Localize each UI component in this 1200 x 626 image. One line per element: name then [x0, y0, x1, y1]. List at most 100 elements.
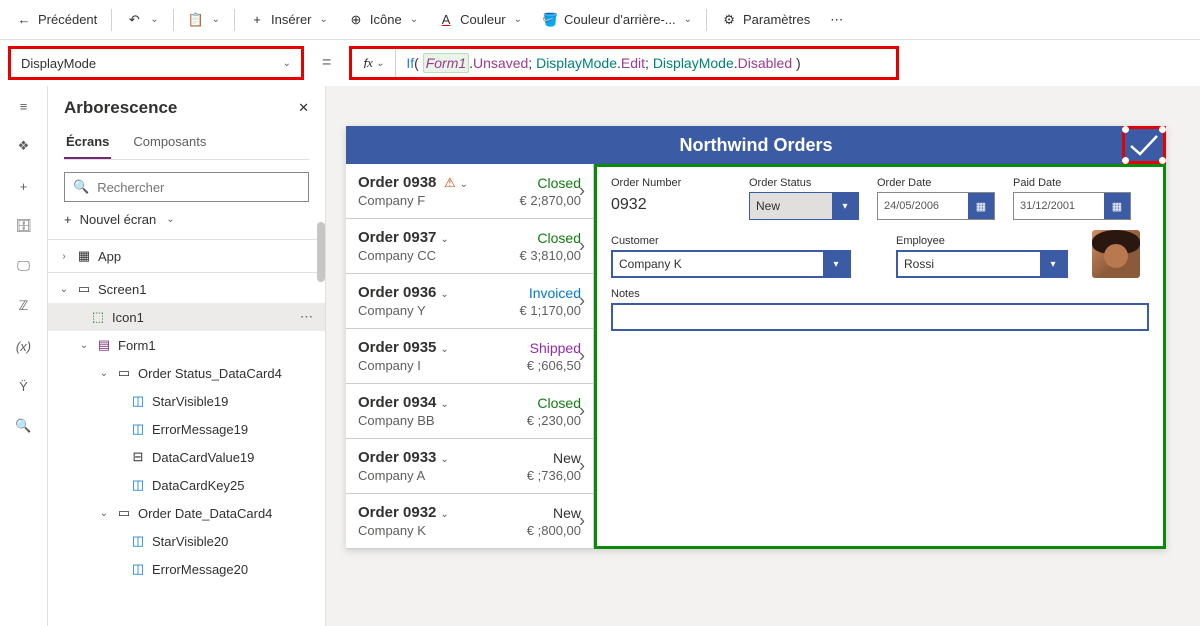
- calendar-icon[interactable]: ▦: [1104, 193, 1130, 219]
- separator: [173, 9, 174, 31]
- app-frame: Northwind Orders Order 0938 ⚠⌄ Closed Co…: [346, 126, 1166, 549]
- order-item[interactable]: Order 0936⌄ Invoiced Company Y € 1;170,0…: [346, 274, 593, 329]
- rail-variables-icon[interactable]: (x): [14, 336, 34, 356]
- rail-hamburger-icon[interactable]: ≡: [14, 96, 34, 116]
- chevron-right-icon[interactable]: ›: [579, 181, 585, 202]
- paste-button[interactable]: 📋⌄: [180, 8, 228, 32]
- tree-node-control[interactable]: ◫ ErrorMessage20: [48, 555, 325, 583]
- rail-tests-icon[interactable]: Ÿ: [14, 376, 34, 396]
- tree-body[interactable]: › ▦ App ⌄ ▭ Screen1 ⬚ Icon1 ⋯ ⌄ ▤ Form1 …: [48, 242, 325, 626]
- tree-search[interactable]: 🔍: [64, 172, 309, 202]
- tree-node-form1[interactable]: ⌄ ▤ Form1: [48, 331, 325, 359]
- chevron-down-icon[interactable]: ⌄: [78, 340, 90, 351]
- fx-label[interactable]: fx⌄: [352, 49, 396, 77]
- more-button[interactable]: ⋯: [822, 8, 851, 32]
- rail-media-icon[interactable]: 🖵: [14, 256, 34, 276]
- rail-layers-icon[interactable]: ❖: [14, 136, 34, 156]
- back-button[interactable]: ← Précédent: [8, 8, 105, 32]
- tree-node-datacard[interactable]: ⌄ ▭ Order Date_DataCard4: [48, 499, 325, 527]
- rail-data-icon[interactable]: 🗄: [14, 216, 34, 236]
- chevron-down-icon[interactable]: ▾: [1040, 252, 1066, 276]
- chevron-right-icon[interactable]: ›: [579, 401, 585, 422]
- color-button[interactable]: ACouleur⌄: [430, 8, 530, 32]
- canvas[interactable]: Northwind Orders Order 0938 ⚠⌄ Closed Co…: [326, 86, 1200, 626]
- order-list[interactable]: Order 0938 ⚠⌄ Closed Company F € 2;870,0…: [346, 164, 594, 549]
- chevron-right-icon[interactable]: ›: [58, 251, 70, 262]
- chevron-down-icon: ⌄: [440, 289, 448, 300]
- bucket-icon: 🪣: [542, 12, 558, 28]
- tree-node-screen[interactable]: ⌄ ▭ Screen1: [48, 275, 325, 303]
- order-number-label: Order Number: [611, 177, 731, 189]
- tab-screens[interactable]: Écrans: [64, 128, 111, 159]
- calendar-icon[interactable]: ▦: [968, 193, 994, 219]
- order-item[interactable]: Order 0938 ⚠⌄ Closed Company F € 2;870,0…: [346, 164, 593, 219]
- rail-advanced-icon[interactable]: ℤ: [14, 296, 34, 316]
- rail-insert-icon[interactable]: +: [14, 176, 34, 196]
- customer-dropdown[interactable]: Company K ▾: [611, 250, 851, 278]
- employee-label: Employee: [896, 235, 1068, 247]
- order-status: Closed: [537, 395, 581, 411]
- tree-node-app[interactable]: › ▦ App: [48, 242, 325, 270]
- insert-button[interactable]: +Insérer⌄: [241, 8, 336, 32]
- chevron-down-icon[interactable]: ⌄: [58, 284, 70, 295]
- tree-node-control[interactable]: ⊟ DataCardValue19: [48, 443, 325, 471]
- order-item[interactable]: Order 0934⌄ Closed Company BB € ;230,00 …: [346, 384, 593, 439]
- app-header: Northwind Orders: [346, 126, 1166, 164]
- chevron-down-icon: ⌄: [440, 509, 448, 520]
- employee-dropdown[interactable]: Rossi ▾: [896, 250, 1068, 278]
- property-dropdown[interactable]: DisplayMode ⌄: [8, 46, 304, 80]
- chevron-right-icon[interactable]: ›: [579, 511, 585, 532]
- employee-avatar: [1092, 230, 1140, 278]
- order-amount: € ;230,00: [527, 413, 581, 428]
- order-item[interactable]: Order 0933⌄ New Company A € ;736,00 ›: [346, 439, 593, 494]
- chevron-down-icon[interactable]: ⌄: [98, 508, 110, 519]
- order-date-picker[interactable]: 24/05/2006 ▦: [877, 192, 995, 220]
- tree-node-control[interactable]: ◫ StarVisible19: [48, 387, 325, 415]
- tree-node-control[interactable]: ◫ DataCardKey25: [48, 471, 325, 499]
- tab-components[interactable]: Composants: [131, 128, 208, 159]
- check-icon-selection[interactable]: [1122, 126, 1166, 164]
- new-screen-button[interactable]: + Nouvel écran ⌄: [48, 202, 325, 237]
- chevron-right-icon[interactable]: ›: [579, 291, 585, 312]
- formula-input[interactable]: If( Form1.Unsaved; DisplayMode.Edit; Dis…: [396, 55, 896, 72]
- chevron-down-icon[interactable]: ▾: [823, 252, 849, 276]
- rail-search-icon[interactable]: 🔍: [14, 416, 34, 436]
- undo-button[interactable]: ↶⌄: [118, 8, 166, 32]
- order-item[interactable]: Order 0935⌄ Shipped Company I € ;606,50 …: [346, 329, 593, 384]
- formula-token-fn: If: [406, 55, 414, 71]
- order-status: Closed: [537, 175, 581, 191]
- order-id: Order 0935: [358, 339, 436, 356]
- order-item[interactable]: Order 0932⌄ New Company K € ;800,00 ›: [346, 494, 593, 549]
- warning-icon: ⚠: [440, 175, 455, 190]
- chevron-down-icon[interactable]: ⌄: [98, 368, 110, 379]
- order-item[interactable]: Order 0937⌄ Closed Company CC € 3;810,00…: [346, 219, 593, 274]
- tree-node-datacard[interactable]: ⌄ ▭ Order Status_DataCard4: [48, 359, 325, 387]
- settings-button[interactable]: ⚙Paramètres: [713, 8, 818, 32]
- search-input[interactable]: [97, 180, 300, 195]
- chevron-right-icon[interactable]: ›: [579, 456, 585, 477]
- chevron-down-icon[interactable]: ▾: [832, 193, 858, 219]
- close-icon[interactable]: ✕: [298, 100, 309, 116]
- paid-date-picker[interactable]: 31/12/2001 ▦: [1013, 192, 1131, 220]
- datacard-icon: ▭: [116, 506, 132, 520]
- tree-node-icon1[interactable]: ⬚ Icon1 ⋯: [48, 303, 325, 331]
- datacard-icon: ▭: [116, 366, 132, 380]
- chevron-right-icon[interactable]: ›: [579, 236, 585, 257]
- tree-node-control[interactable]: ◫ ErrorMessage19: [48, 415, 325, 443]
- form-area[interactable]: Order Number 0932 Order Status New ▾ Ord…: [594, 164, 1166, 549]
- more-icon[interactable]: ⋯: [300, 309, 325, 325]
- order-status: Invoiced: [529, 285, 581, 301]
- notes-input[interactable]: [611, 303, 1149, 331]
- chevron-right-icon[interactable]: ›: [579, 346, 585, 367]
- bgcolor-button[interactable]: 🪣Couleur d'arrière-...⌄: [534, 8, 700, 32]
- color-label: Couleur: [460, 12, 506, 27]
- formula-bar[interactable]: fx⌄ If( Form1.Unsaved; DisplayMode.Edit;…: [349, 46, 899, 80]
- tree-header: Arborescence ✕ Écrans Composants: [48, 86, 325, 160]
- chevron-down-icon: ⌄: [283, 58, 291, 69]
- icon-button[interactable]: ⊕Icône⌄: [340, 8, 426, 32]
- tree-node-control[interactable]: ◫ StarVisible20: [48, 527, 325, 555]
- order-amount: € ;736,00: [527, 468, 581, 483]
- scrollbar[interactable]: [317, 222, 325, 282]
- label-icon: ◫: [130, 422, 146, 436]
- order-status-dropdown[interactable]: New ▾: [749, 192, 859, 220]
